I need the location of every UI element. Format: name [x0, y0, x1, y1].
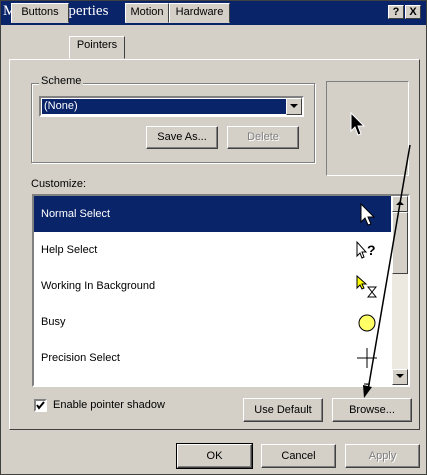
scheme-groupbox — [31, 83, 315, 163]
dropdown-arrow-button[interactable] — [286, 98, 302, 115]
list-item[interactable]: Help Select ? — [34, 232, 391, 268]
crosshair-pointer-icon — [357, 348, 377, 368]
list-item-label: Working In Background — [41, 280, 156, 292]
pointer-preview — [326, 81, 409, 176]
list-item[interactable]: Normal Select — [34, 196, 391, 232]
mouse-properties-window: Mouse Properties ? X Buttons Pointers Mo… — [0, 0, 427, 475]
tab-motion[interactable]: Motion — [125, 3, 169, 23]
shadow-checkbox-label[interactable]: Enable pointer shadow — [53, 399, 165, 411]
save-as-button[interactable]: Save As... — [146, 126, 218, 149]
scroll-up-button[interactable] — [392, 196, 408, 212]
ok-button[interactable]: OK — [176, 443, 253, 469]
close-button[interactable]: X — [405, 5, 421, 19]
list-item[interactable] — [34, 376, 391, 385]
scheme-label: Scheme — [39, 75, 84, 87]
list-item[interactable]: Working In Background — [34, 268, 391, 304]
preview-arrow-icon — [350, 112, 366, 136]
list-item-label: Normal Select — [41, 208, 111, 220]
delete-button[interactable]: Delete — [227, 126, 299, 149]
use-default-button[interactable]: Use Default — [243, 398, 323, 422]
chevron-down-icon — [396, 374, 404, 378]
arrow-pointer-icon — [360, 202, 376, 226]
scroll-down-button[interactable] — [392, 369, 408, 385]
list-scrollbar[interactable] — [392, 196, 408, 385]
checkmark-icon — [36, 401, 45, 410]
text-beam-pointer-icon — [364, 383, 370, 385]
help-button[interactable]: ? — [388, 5, 404, 19]
svg-text:?: ? — [367, 242, 376, 258]
tab-hardware[interactable]: Hardware — [169, 3, 230, 23]
pointer-list[interactable]: Normal Select Help Select ? Working In B… — [32, 194, 410, 387]
scheme-select[interactable]: (None) — [39, 96, 304, 117]
apply-button[interactable]: Apply — [345, 444, 420, 468]
browse-button[interactable]: Browse... — [332, 398, 412, 422]
busy-pointer-icon — [358, 314, 376, 332]
list-item-label: Help Select — [41, 244, 98, 256]
help-pointer-icon: ? — [356, 240, 376, 259]
list-item[interactable]: Busy — [34, 304, 391, 340]
cancel-button[interactable]: Cancel — [261, 444, 336, 468]
shadow-checkbox[interactable] — [34, 399, 47, 412]
scheme-selected-value: (None) — [41, 98, 287, 115]
chevron-down-icon — [290, 104, 298, 108]
chevron-up-icon — [396, 201, 404, 205]
tab-buttons[interactable]: Buttons — [11, 3, 69, 23]
list-item-label: Precision Select — [41, 352, 120, 364]
list-item-label: Busy — [41, 316, 66, 328]
customize-label: Customize: — [31, 178, 87, 190]
working-pointer-icon — [356, 274, 378, 298]
list-item[interactable]: Precision Select — [34, 340, 391, 376]
tab-pointers[interactable]: Pointers — [69, 36, 125, 59]
scroll-thumb[interactable] — [392, 212, 408, 274]
